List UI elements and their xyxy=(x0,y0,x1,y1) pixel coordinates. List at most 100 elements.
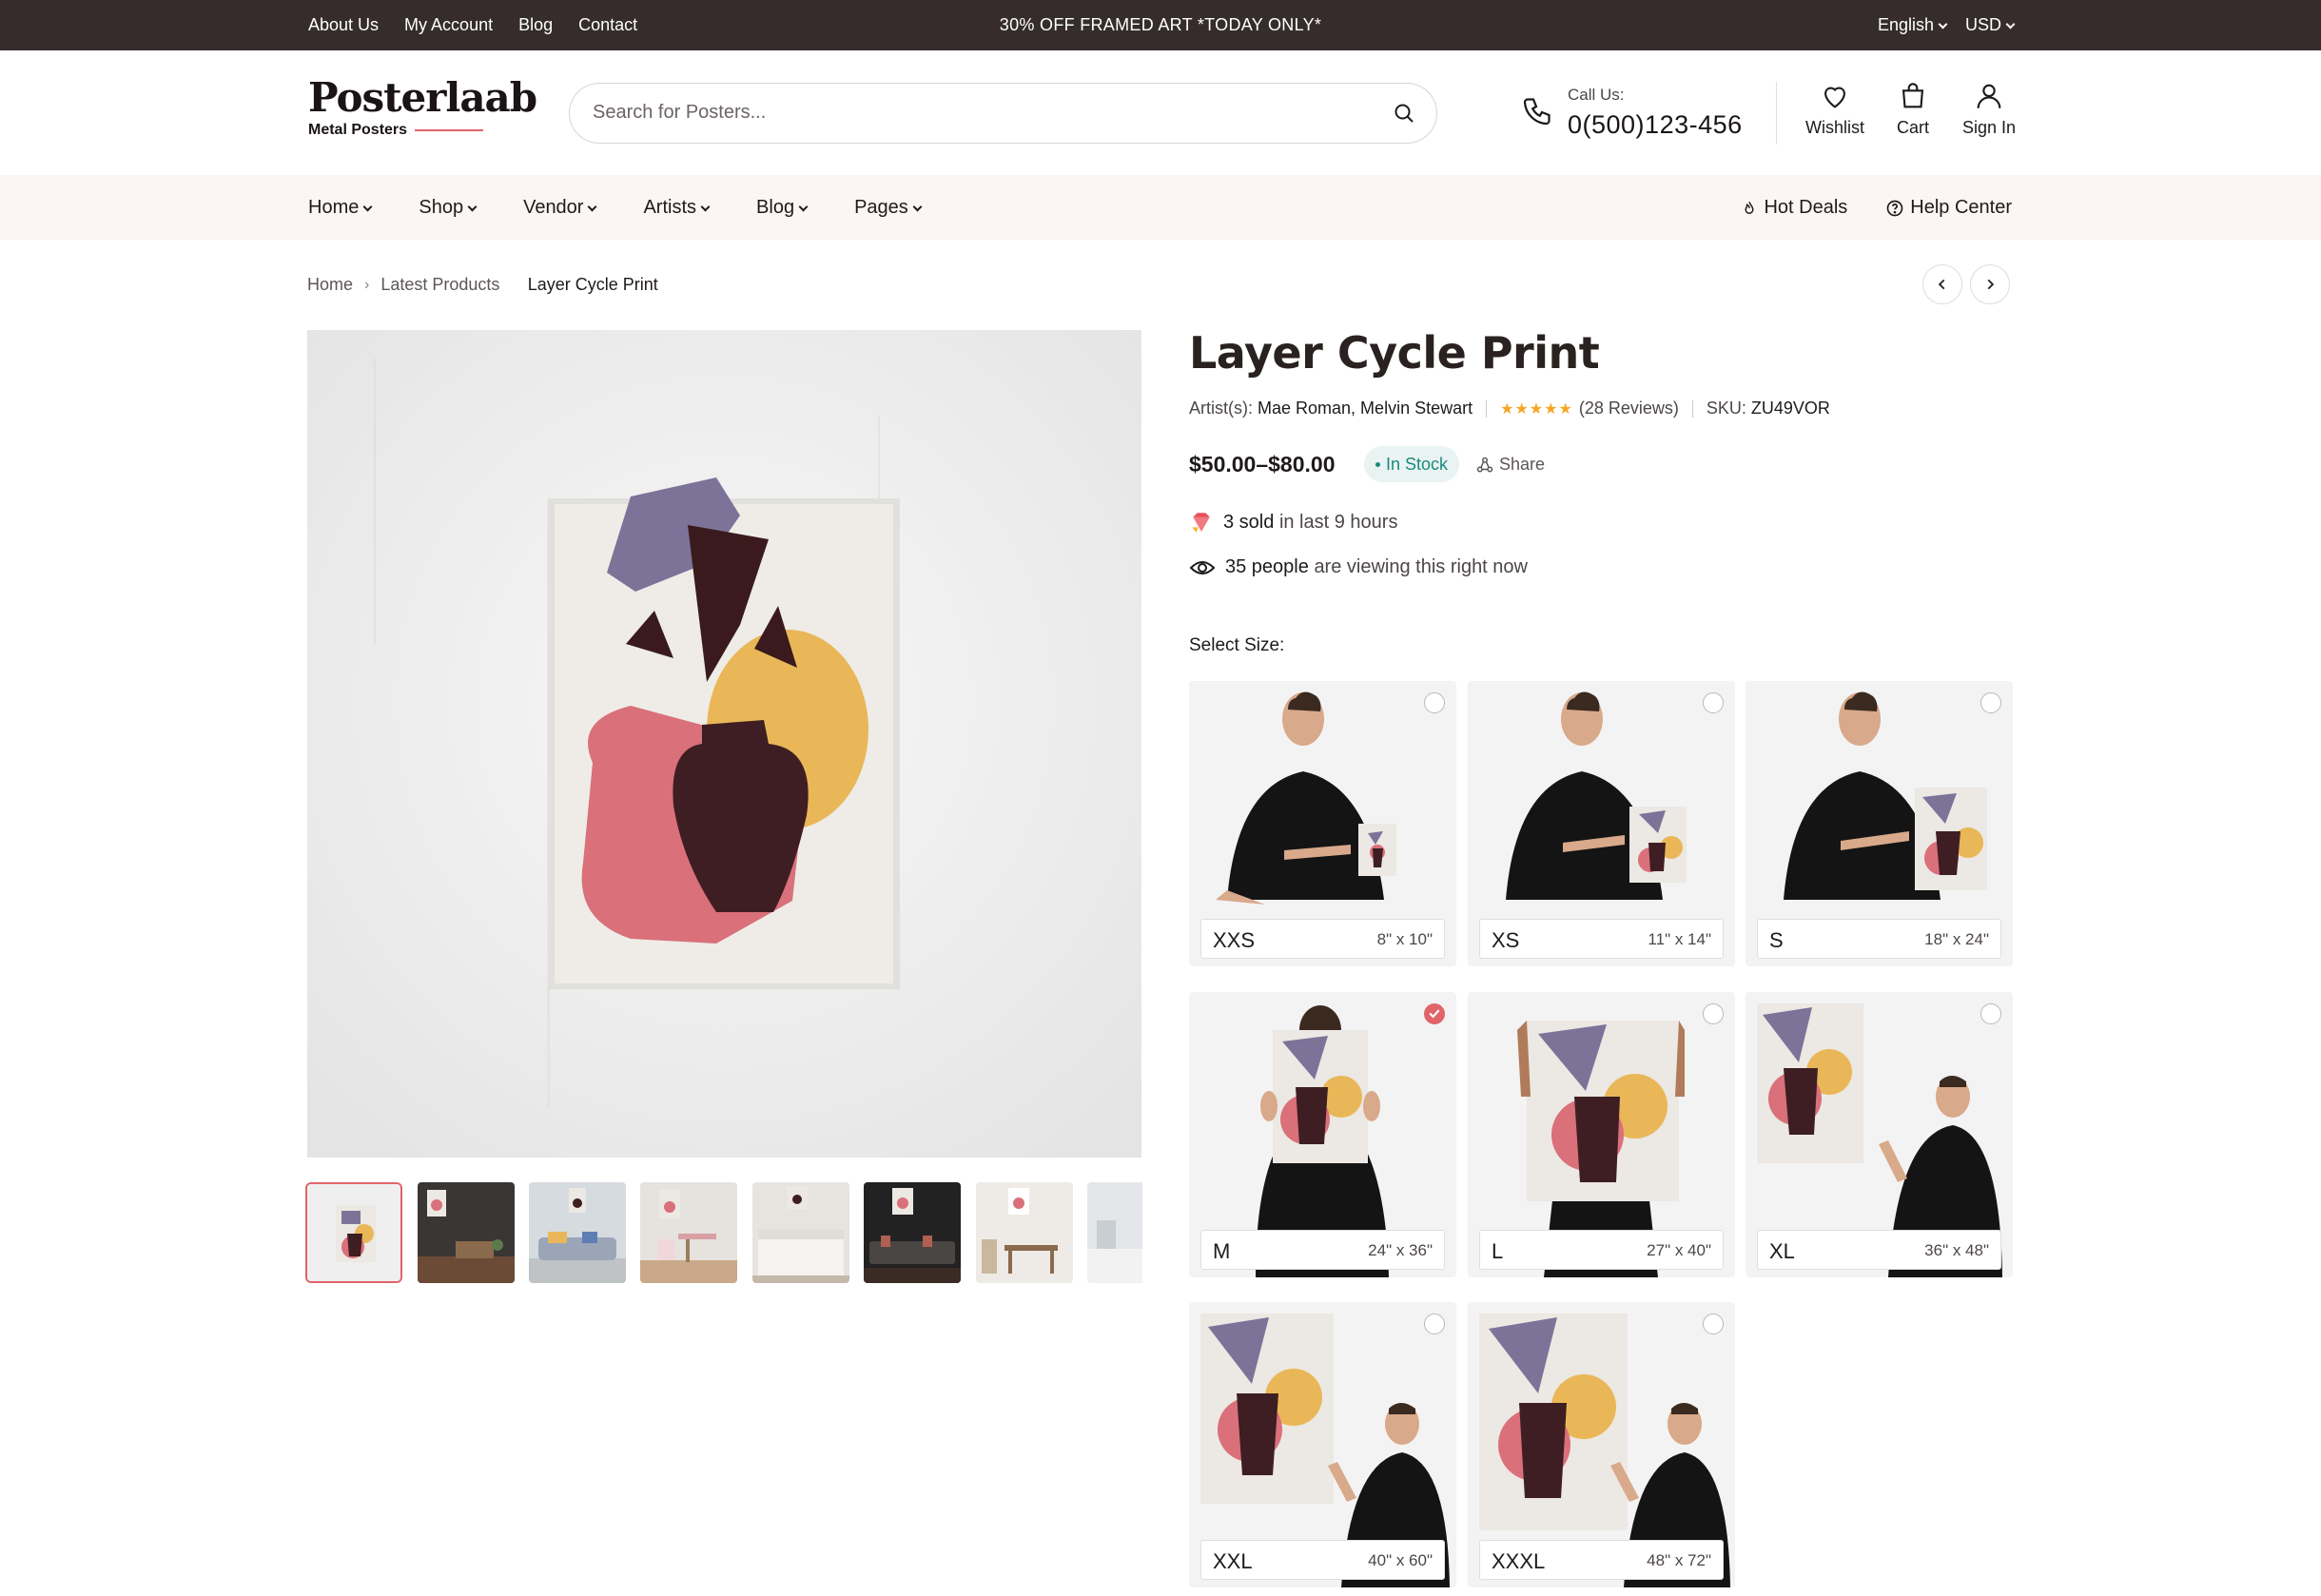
size-dims: 40" x 60" xyxy=(1368,1551,1433,1569)
language-select[interactable]: English xyxy=(1878,15,1948,35)
artists-value[interactable]: Mae Roman, Melvin Stewart xyxy=(1258,399,1473,418)
size-dims: 36" x 48" xyxy=(1924,1241,1989,1259)
size-radio[interactable] xyxy=(1424,692,1445,713)
size-label: XL 36" x 48" xyxy=(1757,1230,2001,1270)
nav-label: Pages xyxy=(854,197,908,218)
thumbnail-7[interactable] xyxy=(976,1182,1073,1283)
breadcrumb-current: Layer Cycle Print xyxy=(527,275,658,294)
search-input[interactable] xyxy=(593,84,1373,142)
thumbnail-4[interactable] xyxy=(640,1182,737,1283)
breadcrumb-home[interactable]: Home xyxy=(307,275,353,295)
breadcrumb: Home › Latest Products › Layer Cycle Pri… xyxy=(307,275,658,295)
sku-value: ZU49VOR xyxy=(1750,399,1830,418)
viewers-indicator: 35 people are viewing this right now xyxy=(1189,556,1528,578)
artists-label: Artist(s): xyxy=(1189,399,1253,418)
size-label: XXS 8" x 10" xyxy=(1200,919,1445,959)
thumbnail-2[interactable] xyxy=(418,1182,515,1283)
size-label: XXL 40" x 60" xyxy=(1200,1540,1445,1580)
size-radio[interactable] xyxy=(1424,1314,1445,1334)
flame-icon xyxy=(1745,201,1754,214)
meta-divider xyxy=(1691,399,1693,418)
chevron-down-icon xyxy=(2005,19,2016,29)
thumbnail-3[interactable] xyxy=(529,1182,626,1283)
size-option-xxxl[interactable]: XXXL 48" x 72" xyxy=(1468,1302,1735,1587)
size-name: M xyxy=(1213,1239,1231,1263)
size-radio[interactable] xyxy=(1703,692,1724,713)
phone-icon xyxy=(1522,95,1556,134)
search-bar xyxy=(569,83,1437,144)
heart-icon xyxy=(1824,87,1845,108)
thumbnail-8[interactable] xyxy=(1087,1182,1142,1283)
help-center-link[interactable]: Help Center xyxy=(1885,197,2012,219)
header-divider xyxy=(1776,82,1777,145)
hot-deals-link[interactable]: Hot Deals xyxy=(1741,197,1847,219)
prev-product-button[interactable] xyxy=(1922,264,1962,304)
size-option-xl[interactable]: XL 36" x 48" xyxy=(1746,992,2013,1277)
reviews-count[interactable]: (28 Reviews) xyxy=(1579,399,1679,418)
product-title: Layer Cycle Print xyxy=(1189,327,1600,379)
nav-blog[interactable]: Blog xyxy=(756,197,809,219)
size-radio[interactable] xyxy=(1980,692,2001,713)
size-option-xxl[interactable]: XXL 40" x 60" xyxy=(1189,1302,1456,1587)
nav-home[interactable]: Home xyxy=(308,197,373,219)
size-name: XXL xyxy=(1213,1549,1253,1573)
nav-vendor[interactable]: Vendor xyxy=(523,197,597,219)
sign-in-label: Sign In xyxy=(1962,118,2017,137)
size-label: L 27" x 40" xyxy=(1479,1230,1724,1270)
fire-gem-icon xyxy=(1192,513,1210,533)
thumbnail-6[interactable] xyxy=(864,1182,961,1283)
chevron-down-icon xyxy=(700,202,711,212)
share-button[interactable]: Share xyxy=(1476,455,1545,475)
share-icon xyxy=(1476,457,1493,472)
size-label: S 18" x 24" xyxy=(1757,919,2001,959)
size-radio[interactable] xyxy=(1703,1314,1724,1334)
thumbnail-strip xyxy=(305,1182,1142,1287)
size-radio[interactable] xyxy=(1980,1003,2001,1024)
size-radio[interactable] xyxy=(1703,1003,1724,1024)
main-product-image[interactable] xyxy=(307,330,1141,1158)
size-option-l[interactable]: L 27" x 40" xyxy=(1468,992,1735,1277)
size-dims: 11" x 14" xyxy=(1648,930,1711,948)
size-dims: 48" x 72" xyxy=(1647,1551,1711,1569)
nav-label: Blog xyxy=(756,197,795,218)
breadcrumb-latest-products[interactable]: Latest Products xyxy=(380,275,499,295)
size-radio-checked[interactable] xyxy=(1424,1003,1445,1024)
help-icon xyxy=(1886,200,1903,216)
logo-name: Posterlaab xyxy=(308,74,537,121)
chevron-down-icon xyxy=(362,202,373,212)
size-option-xxs[interactable]: XXS 8" x 10" xyxy=(1189,681,1456,966)
select-size-label: Select Size: xyxy=(1189,635,1285,655)
help-center-label: Help Center xyxy=(1910,197,2012,218)
chevron-down-icon xyxy=(912,202,923,212)
chevron-down-icon xyxy=(798,202,809,212)
logo[interactable]: Posterlaab Metal Posters xyxy=(308,74,537,139)
check-icon xyxy=(1429,1009,1440,1019)
nav-artists[interactable]: Artists xyxy=(643,197,711,219)
nav-shop[interactable]: Shop xyxy=(419,197,478,219)
call-us-label: Call Us: xyxy=(1568,86,1625,104)
user-icon xyxy=(1977,84,2001,108)
size-name: L xyxy=(1492,1239,1504,1263)
next-product-button[interactable] xyxy=(1970,264,2010,304)
viewers-count: 35 people xyxy=(1225,556,1309,577)
sign-in-button[interactable]: Sign In xyxy=(1962,80,2016,138)
size-name: XL xyxy=(1769,1239,1795,1263)
hot-deals-label: Hot Deals xyxy=(1764,197,1848,218)
wishlist-button[interactable]: Wishlist xyxy=(1805,80,1864,138)
size-option-m[interactable]: M 24" x 36" xyxy=(1189,992,1456,1277)
top-bar: About Us My Account Blog Contact 30% OFF… xyxy=(0,0,2321,50)
size-name: XXS xyxy=(1213,928,1256,952)
size-dims: 18" x 24" xyxy=(1924,930,1989,948)
cart-button[interactable]: Cart xyxy=(1897,80,1929,138)
nav-pages[interactable]: Pages xyxy=(854,197,923,219)
thumbnail-5[interactable] xyxy=(752,1182,849,1283)
size-option-xs[interactable]: XS 11" x 14" xyxy=(1468,681,1735,966)
search-icon[interactable] xyxy=(1393,102,1415,129)
stock-label: In Stock xyxy=(1386,454,1449,474)
thumbnail-1[interactable] xyxy=(305,1182,402,1283)
nav-label: Home xyxy=(308,197,360,218)
size-name: XXXL xyxy=(1492,1549,1546,1573)
logo-underline xyxy=(415,129,484,131)
currency-select[interactable]: USD xyxy=(1965,15,2016,35)
size-option-s[interactable]: S 18" x 24" xyxy=(1746,681,2013,966)
